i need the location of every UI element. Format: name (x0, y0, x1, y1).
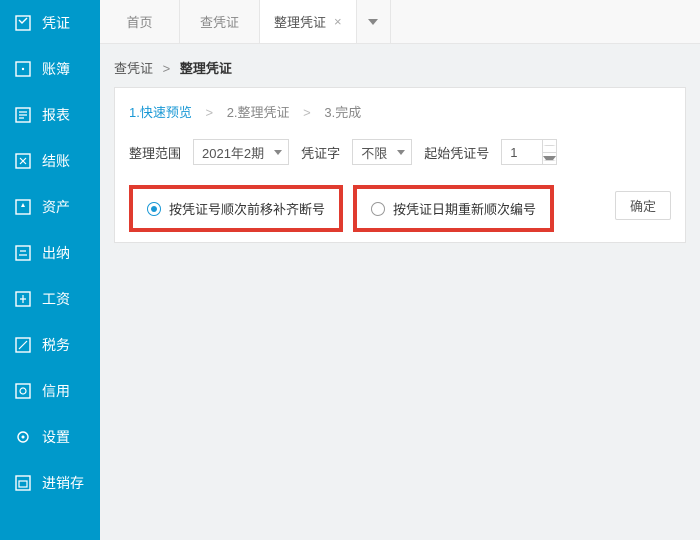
ok-button[interactable]: 确定 (615, 191, 671, 220)
ok-button-label: 确定 (630, 199, 656, 214)
sidebar-item-label: 进销存 (42, 473, 84, 493)
radio-icon[interactable] (147, 202, 161, 216)
step-2: 2.整理凭证 (227, 105, 290, 120)
option-label: 按凭证号顺次前移补齐断号 (169, 199, 325, 218)
sidebar-item-ledger[interactable]: 账簿 (0, 46, 100, 92)
option-shift-forward[interactable]: 按凭证号顺次前移补齐断号 (129, 185, 343, 232)
breadcrumb-sep: > (163, 61, 171, 76)
sidebar-item-report[interactable]: 报表 (0, 92, 100, 138)
sidebar-item-label: 税务 (42, 335, 70, 355)
tab-organize-voucher[interactable]: 整理凭证 × (260, 0, 357, 43)
option-renumber-by-date[interactable]: 按凭证日期重新顺次编号 (353, 185, 554, 232)
sidebar-item-label: 资产 (42, 197, 70, 217)
startno-stepper[interactable]: 1 (501, 139, 557, 165)
main-panel: 1.快速预览 > 2.整理凭证 > 3.完成 整理范围 2021年2期 凭证字 … (114, 87, 686, 243)
tab-label: 查凭证 (200, 12, 239, 31)
spinner-down[interactable] (543, 153, 556, 165)
cashier-icon (14, 244, 32, 262)
range-select[interactable]: 2021年2期 (193, 139, 289, 165)
content-area: 查凭证 > 整理凭证 1.快速预览 > 2.整理凭证 > 3.完成 整理范围 2… (100, 44, 700, 540)
credit-icon (14, 382, 32, 400)
range-value: 2021年2期 (202, 143, 264, 162)
sidebar-item-label: 设置 (42, 427, 70, 447)
tab-view-voucher[interactable]: 查凭证 (180, 0, 260, 43)
voucher-icon (14, 14, 32, 32)
chevron-down-icon (274, 150, 282, 155)
range-label: 整理范围 (129, 143, 181, 162)
sidebar-item-label: 报表 (42, 105, 70, 125)
type-select[interactable]: 不限 (352, 139, 412, 165)
ledger-icon (14, 60, 32, 78)
tab-label: 整理凭证 (274, 12, 326, 31)
sidebar-item-salary[interactable]: 工资 (0, 276, 100, 322)
sidebar-item-label: 账簿 (42, 59, 70, 79)
radio-icon[interactable] (371, 202, 385, 216)
sidebar-item-cashier[interactable]: 出纳 (0, 230, 100, 276)
breadcrumb-current: 整理凭证 (180, 61, 232, 76)
tax-icon (14, 336, 32, 354)
sidebar-item-label: 出纳 (42, 243, 70, 263)
sidebar-item-settings[interactable]: 设置 (0, 414, 100, 460)
options-row: 按凭证号顺次前移补齐断号 按凭证日期重新顺次编号 确定 (129, 185, 671, 232)
asset-icon (14, 198, 32, 216)
tab-dropdown[interactable] (357, 0, 391, 43)
sidebar: 凭证 账簿 报表 结账 资产 出纳 工资 (0, 0, 100, 540)
close-period-icon (14, 152, 32, 170)
sidebar-item-label: 工资 (42, 289, 70, 309)
salary-icon (14, 290, 32, 308)
report-icon (14, 106, 32, 124)
sidebar-item-inventory[interactable]: 进销存 (0, 460, 100, 506)
tab-home[interactable]: 首页 (100, 0, 180, 43)
sidebar-item-label: 凭证 (42, 13, 70, 33)
inventory-icon (14, 474, 32, 492)
wizard-steps: 1.快速预览 > 2.整理凭证 > 3.完成 (129, 102, 671, 121)
type-value: 不限 (361, 143, 387, 162)
step-3: 3.完成 (324, 105, 361, 120)
chevron-down-icon (397, 150, 405, 155)
startno-value: 1 (510, 145, 517, 160)
spinner-up[interactable] (543, 140, 556, 153)
sidebar-item-label: 结账 (42, 151, 70, 171)
sidebar-item-asset[interactable]: 资产 (0, 184, 100, 230)
sidebar-item-close-period[interactable]: 结账 (0, 138, 100, 184)
spinner-arrows (542, 140, 556, 164)
sidebar-item-tax[interactable]: 税务 (0, 322, 100, 368)
tab-label: 首页 (126, 12, 152, 31)
option-label: 按凭证日期重新顺次编号 (393, 199, 536, 218)
close-icon[interactable]: × (334, 14, 342, 29)
topbar: 首页 查凭证 整理凭证 × (100, 0, 700, 44)
settings-icon (14, 428, 32, 446)
sidebar-item-label: 信用 (42, 381, 70, 401)
type-label: 凭证字 (301, 143, 340, 162)
breadcrumb: 查凭证 > 整理凭证 (114, 58, 686, 77)
step-1[interactable]: 1.快速预览 (129, 105, 192, 120)
sidebar-item-credit[interactable]: 信用 (0, 368, 100, 414)
sidebar-item-voucher[interactable]: 凭证 (0, 0, 100, 46)
filter-row: 整理范围 2021年2期 凭证字 不限 起始凭证号 1 (129, 139, 671, 165)
breadcrumb-item[interactable]: 查凭证 (114, 61, 153, 76)
startno-label: 起始凭证号 (424, 143, 489, 162)
